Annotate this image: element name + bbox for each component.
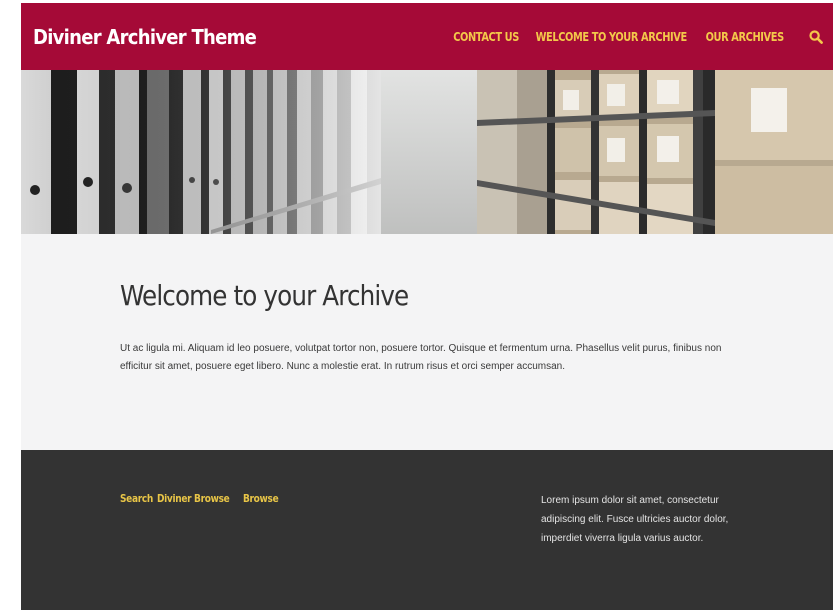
nav-our-archives[interactable]: OUR ARCHIVES: [705, 30, 784, 44]
nav-contact-us[interactable]: CONTACT US: [453, 30, 519, 44]
site-header: Diviner Archiver Theme CONTACT US WELCOM…: [21, 3, 833, 70]
site-title-link[interactable]: Diviner Archiver Theme: [33, 25, 257, 49]
page-title: Welcome to your Archive: [120, 279, 409, 312]
footer-link-diviner-browse[interactable]: Diviner Browse: [157, 492, 230, 505]
hero-image: [21, 70, 833, 234]
footer-text: Lorem ipsum dolor sit amet, con­sectetur…: [541, 495, 729, 544]
archive-shelves-photo: [21, 70, 833, 234]
site-footer: Search Diviner Browse Browse Lorem ipsum…: [21, 450, 833, 610]
page-body-text: Ut ac ligula mi. Aliquam id leo posuere,…: [120, 343, 722, 372]
page-frame: Diviner Archiver Theme CONTACT US WELCOM…: [21, 3, 833, 610]
footer-link-browse[interactable]: Browse: [243, 492, 279, 505]
search-icon[interactable]: [809, 30, 823, 44]
nav-welcome-to-your-archive[interactable]: WELCOME TO YOUR ARCHIVE: [536, 30, 688, 44]
footer-nav: Search Diviner Browse Browse: [120, 492, 278, 505]
footer-link-search[interactable]: Search: [120, 492, 153, 505]
main-content: Welcome to your Archive Ut ac ligula mi.…: [21, 234, 833, 450]
main-nav: CONTACT US WELCOME TO YOUR ARCHIVE OUR A…: [446, 30, 823, 44]
